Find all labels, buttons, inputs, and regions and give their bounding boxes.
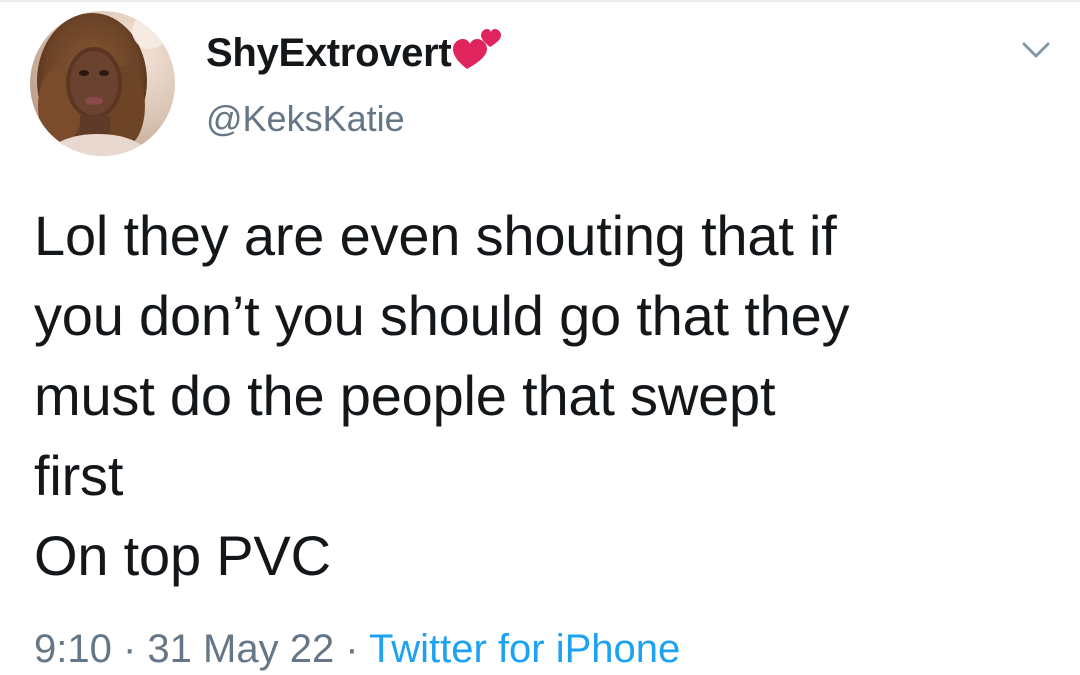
tweet-text-line: first xyxy=(34,444,124,507)
meta-separator: · xyxy=(111,627,148,671)
tweet-text-line: On top PVC xyxy=(34,524,331,587)
tweet-source-link[interactable]: Twitter for iPhone xyxy=(369,627,680,671)
two-hearts-icon xyxy=(453,29,502,69)
tweet-meta: 9:10 · 31 May 22 · Twitter for iPhone xyxy=(34,624,680,674)
tweet-date[interactable]: 31 May 22 xyxy=(147,627,334,671)
tweet-time[interactable]: 9:10 xyxy=(34,627,112,671)
display-name: ShyExtrovert xyxy=(206,31,452,75)
meta-separator: · xyxy=(334,627,370,671)
top-divider xyxy=(0,0,1080,2)
tweet-text-line: Lol they are even shouting that if xyxy=(34,204,837,267)
author-name-link[interactable]: ShyExtrovert xyxy=(206,29,503,76)
author-handle[interactable]: @KeksKatie xyxy=(206,97,405,141)
tweet-text-line: you don’t you should go that they xyxy=(34,284,850,347)
tweet-text: Lol they are even shouting that if you d… xyxy=(34,196,1044,596)
avatar[interactable] xyxy=(30,11,175,156)
avatar-photo xyxy=(30,11,175,156)
tweet-text-line: must do the people that swept xyxy=(34,364,776,427)
chevron-down-icon[interactable] xyxy=(1018,36,1054,66)
